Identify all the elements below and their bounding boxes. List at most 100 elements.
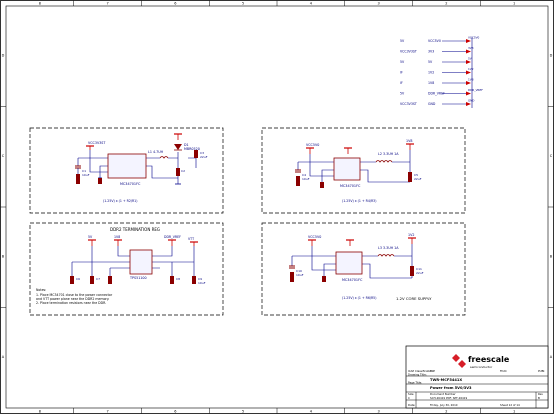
power-flag-icon xyxy=(466,102,471,106)
zone-col-label: 8 xyxy=(39,410,41,414)
svg-text:VCC5V0: VCC5V0 xyxy=(428,39,441,43)
block-title: 1.2V CORE SUPPLY xyxy=(396,296,432,301)
power-flag-icon xyxy=(466,81,471,85)
zone-col-label: 2 xyxy=(445,2,447,6)
power-net-row: 5V VCC5V0 VCC5V0 xyxy=(400,36,480,43)
zone-row-label: C xyxy=(2,154,5,158)
svg-text:IF: IF xyxy=(400,81,403,85)
svg-text:5V: 5V xyxy=(468,57,472,61)
ic-label: MC34701FC xyxy=(120,182,141,186)
block-ddr2-termination: DDR2 TERMINATION REG 5V 1V8 DDR_VREF VTT… xyxy=(29,222,224,316)
capacitor-input: C10 10uF xyxy=(289,265,304,282)
zone-col-label: 2 xyxy=(445,410,447,414)
block-3v3-regulator: VCC3V3ST MC34701FC L1 4.7UH D1 MBR0520 C… xyxy=(29,127,224,214)
capacitor-output: C5 22uF xyxy=(408,172,422,182)
capacitor-input: C1 10uF xyxy=(75,165,90,184)
svg-text:10uF: 10uF xyxy=(198,281,206,285)
inductor-icon xyxy=(159,156,169,159)
svg-text:Notes:: Notes: xyxy=(36,288,46,292)
power-flag-icon xyxy=(466,60,471,64)
zone-col-label: 5 xyxy=(242,2,244,6)
regulator-ic xyxy=(335,251,363,275)
svg-text:10uF: 10uF xyxy=(302,177,310,181)
zone-col-label: 1 xyxy=(513,2,515,6)
zone-row-label: B xyxy=(2,254,5,258)
zone-row-label: A xyxy=(2,355,5,359)
power-flag-icon xyxy=(466,39,471,43)
svg-text:(1.25V) x (1 + R4/R3): (1.25V) x (1 + R4/R3) xyxy=(342,199,376,203)
block-frame xyxy=(261,222,466,316)
svg-text:5V: 5V xyxy=(88,235,93,239)
svg-text:C2: C2 xyxy=(181,169,185,173)
svg-text:1V2: 1V2 xyxy=(468,67,474,71)
block-title: DDR2 TERMINATION REG xyxy=(110,227,160,232)
capacitor-output: C11 22uF xyxy=(410,266,424,276)
power-flag-icon xyxy=(466,91,471,96)
title-block: freescale semiconductor ICAP Classificat… xyxy=(405,345,549,409)
power-flag-icon xyxy=(466,49,471,54)
svg-text:5V: 5V xyxy=(428,60,433,64)
svg-text:1V8: 1V8 xyxy=(114,235,120,239)
zone-col-label: 6 xyxy=(174,410,176,414)
regulator-ic xyxy=(333,157,361,181)
title-block-text: FCP xyxy=(430,369,435,373)
svg-text:1V8: 1V8 xyxy=(468,78,474,82)
svg-text:22uF: 22uF xyxy=(416,271,424,275)
svg-text:22uF: 22uF xyxy=(200,155,208,159)
title-block-text: SCH-26419 PDF: SPF-26419 xyxy=(430,396,467,400)
title-block-text: Date: xyxy=(408,403,415,407)
svg-text:3V3: 3V3 xyxy=(428,50,434,54)
svg-text:C8: C8 xyxy=(176,277,180,281)
title-block-text: Sheet 12 of 14 xyxy=(500,403,520,407)
svg-text:MC34701FC: MC34701FC xyxy=(340,184,361,188)
svg-text:IF: IF xyxy=(400,71,403,75)
power-net-row: IF 1V2 1V2 xyxy=(400,67,474,75)
svg-text:1V2: 1V2 xyxy=(408,233,414,237)
svg-text:DDR_VREF: DDR_VREF xyxy=(468,88,483,92)
svg-text:DDR_VREF: DDR_VREF xyxy=(164,235,181,239)
svg-text:5V: 5V xyxy=(400,92,405,96)
zone-col-label: 8 xyxy=(39,2,41,6)
zone-row-label: C xyxy=(550,154,553,158)
zone-row-label: D xyxy=(2,53,5,57)
title-block-text: C xyxy=(408,396,410,400)
zone-col-label: 5 xyxy=(242,410,244,414)
svg-text:5V: 5V xyxy=(400,39,405,43)
zone-col-label: 3 xyxy=(378,410,380,414)
svg-text:semiconductor: semiconductor xyxy=(470,365,493,369)
svg-text:3V3: 3V3 xyxy=(468,46,474,50)
title-block-text: Page Title: xyxy=(408,381,422,385)
svg-text:1V8: 1V8 xyxy=(428,81,434,85)
svg-text:L3 3.3UH 1A: L3 3.3UH 1A xyxy=(378,246,399,250)
svg-text:2. Place termination resistors: 2. Place termination resistors near the … xyxy=(36,301,106,305)
svg-text:MC34701FC: MC34701FC xyxy=(342,278,363,282)
schematic-sheet: 8877665544332211D DC CB BA A 5V VCC5V0VCC5V0V… xyxy=(0,0,554,414)
capacitor-bulk: C3 22uF xyxy=(194,150,208,159)
svg-text:freescale: freescale xyxy=(468,355,510,364)
zone-col-label: 3 xyxy=(378,2,380,6)
svg-text:L2 3.3UH 1A: L2 3.3UH 1A xyxy=(378,152,399,156)
svg-text:5V: 5V xyxy=(400,60,405,64)
title-block-text: PUBI: xyxy=(538,369,545,373)
power-net-row: 5V DDR_VREFDDR_VREF xyxy=(400,88,483,96)
power-net-table: 5V VCC5V0 VCC5V0 VCC3V3ST 3V3 3V3 5V 5V 5V IF 1V2 1… xyxy=(400,36,483,108)
notes-text: Notes: 1. Place MC34701 close to the pow… xyxy=(36,288,113,305)
title-block-text: FIUO: xyxy=(500,369,507,373)
power-net-row: 5V 5V 5V xyxy=(400,57,472,64)
svg-text:22uF: 22uF xyxy=(414,177,422,181)
formula-text: (1.25V) x (1 + R2/R1) xyxy=(103,199,137,203)
zone-col-label: 4 xyxy=(310,2,313,6)
title-block-text: Friday, July 30, 2010 xyxy=(430,403,458,407)
svg-text:10uF: 10uF xyxy=(82,173,90,177)
svg-text:VTT: VTT xyxy=(188,237,194,241)
svg-text:10uF: 10uF xyxy=(296,273,304,277)
svg-text:(1.25V) x (1 + R6/R5): (1.25V) x (1 + R6/R5) xyxy=(342,296,376,300)
title-block-text: TWR-MCF5441X xyxy=(430,378,462,382)
title-block-text: Power from 5V0/3V3 xyxy=(430,386,472,390)
zone-col-label: 6 xyxy=(174,2,176,6)
capacitor-input: C4 10uF xyxy=(295,169,310,186)
svg-text:1V2: 1V2 xyxy=(428,71,434,75)
block-1v8-regulator: VCC5V0 1V8 MC34701FC L2 3.3UH 1A C4 10uF… xyxy=(261,127,466,214)
svg-text:GND: GND xyxy=(428,102,436,106)
svg-text:1V8: 1V8 xyxy=(406,139,412,143)
